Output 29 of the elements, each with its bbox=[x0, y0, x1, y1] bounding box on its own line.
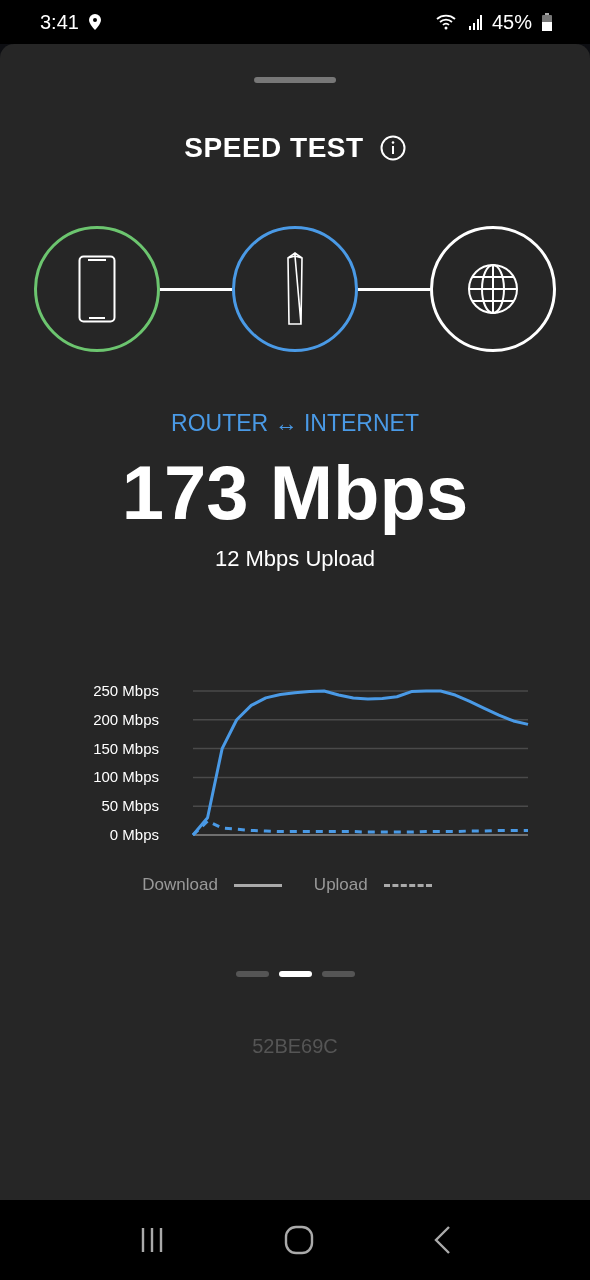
location-icon bbox=[88, 14, 101, 30]
signal-icon bbox=[467, 14, 482, 30]
axis-label: 200 Mbps bbox=[93, 710, 159, 728]
axis-label: 0 Mbps bbox=[109, 826, 159, 843]
download-speed: 173 Mbps bbox=[121, 449, 469, 536]
globe-icon bbox=[467, 263, 519, 315]
battery-icon bbox=[542, 13, 552, 31]
drag-handle[interactable] bbox=[254, 77, 336, 83]
connector-line bbox=[160, 287, 232, 291]
phone-icon bbox=[78, 255, 116, 323]
upload-speed: 12 Mbps Upload bbox=[214, 546, 376, 572]
axis-label: 100 Mbps bbox=[93, 768, 159, 786]
axis-label: 50 Mbps bbox=[101, 797, 159, 815]
axis-label: 150 Mbps bbox=[93, 739, 159, 757]
page-indicator[interactable] bbox=[278, 971, 312, 977]
home-icon[interactable] bbox=[284, 1225, 314, 1255]
battery-percent: 45% bbox=[491, 10, 532, 34]
back-icon[interactable] bbox=[432, 1225, 451, 1255]
router-icon bbox=[286, 252, 304, 326]
clock: 3:41 bbox=[40, 10, 79, 34]
wifi-icon bbox=[435, 14, 458, 30]
axis-label: 250 Mbps bbox=[93, 682, 159, 699]
solid-line-sample bbox=[233, 883, 282, 887]
legend-label: Upload bbox=[313, 875, 368, 895]
dashed-line-sample bbox=[383, 883, 432, 887]
info-icon[interactable] bbox=[379, 135, 406, 161]
legend-label: Download bbox=[142, 875, 218, 895]
page-title: SPEED TEST bbox=[184, 132, 364, 164]
route-label: ROUTER ↔ INTERNET bbox=[171, 410, 419, 437]
